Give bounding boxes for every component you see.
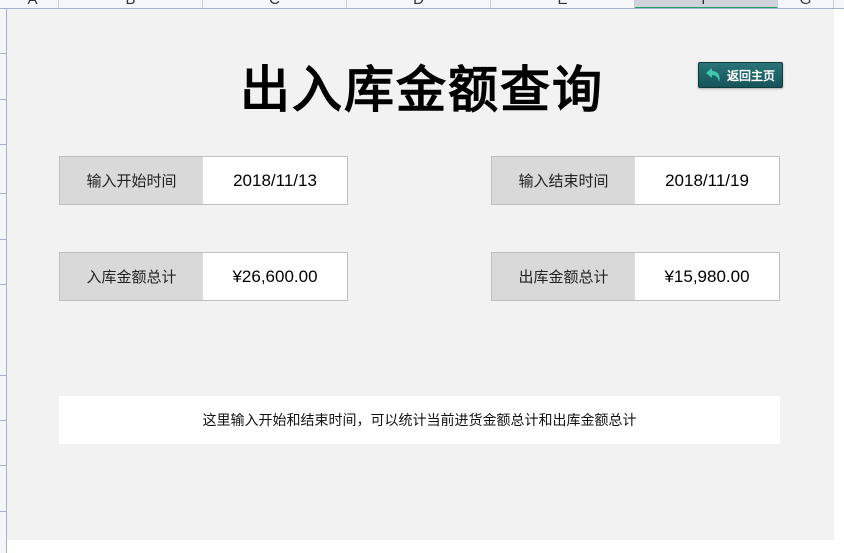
column-header-g[interactable]: G — [778, 0, 834, 8]
column-header-a[interactable]: A — [7, 0, 59, 8]
end-date-label: 输入结束时间 — [492, 157, 635, 204]
row-divider — [0, 420, 7, 421]
row-divider — [0, 465, 7, 466]
row-divider — [0, 511, 7, 512]
column-header-b[interactable]: B — [59, 0, 203, 8]
row-divider — [0, 193, 7, 194]
column-header-bar: A B C D E F G — [0, 0, 844, 9]
row-divider — [0, 284, 7, 285]
inbound-total-field: 入库金额总计 ¥26,600.00 — [59, 252, 348, 301]
return-home-button[interactable]: 返回主页 — [698, 62, 783, 88]
row-divider — [0, 144, 7, 145]
start-date-label: 输入开始时间 — [60, 157, 203, 204]
row-divider — [0, 239, 7, 240]
column-header-f[interactable]: F — [635, 0, 778, 8]
column-header-c[interactable]: C — [203, 0, 347, 8]
column-header-e[interactable]: E — [491, 0, 635, 8]
inbound-total-label: 入库金额总计 — [60, 253, 203, 300]
return-home-label: 返回主页 — [727, 68, 776, 83]
outbound-total-field: 出库金额总计 ¥15,980.00 — [491, 252, 780, 301]
inbound-total-value[interactable]: ¥26,600.00 — [203, 253, 347, 300]
instruction-note: 这里输入开始和结束时间，可以统计当前进货金额总计和出库金额总计 — [59, 396, 780, 444]
outbound-total-label: 出库金额总计 — [492, 253, 635, 300]
end-date-field: 输入结束时间 2018/11/19 — [491, 156, 780, 205]
return-arrow-icon — [706, 68, 720, 82]
start-date-input[interactable]: 2018/11/13 — [203, 157, 347, 204]
start-date-field: 输入开始时间 2018/11/13 — [59, 156, 348, 205]
end-date-input[interactable]: 2018/11/19 — [635, 157, 779, 204]
outbound-total-value[interactable]: ¥15,980.00 — [635, 253, 779, 300]
column-header-d[interactable]: D — [347, 0, 491, 8]
row-divider — [0, 375, 7, 376]
